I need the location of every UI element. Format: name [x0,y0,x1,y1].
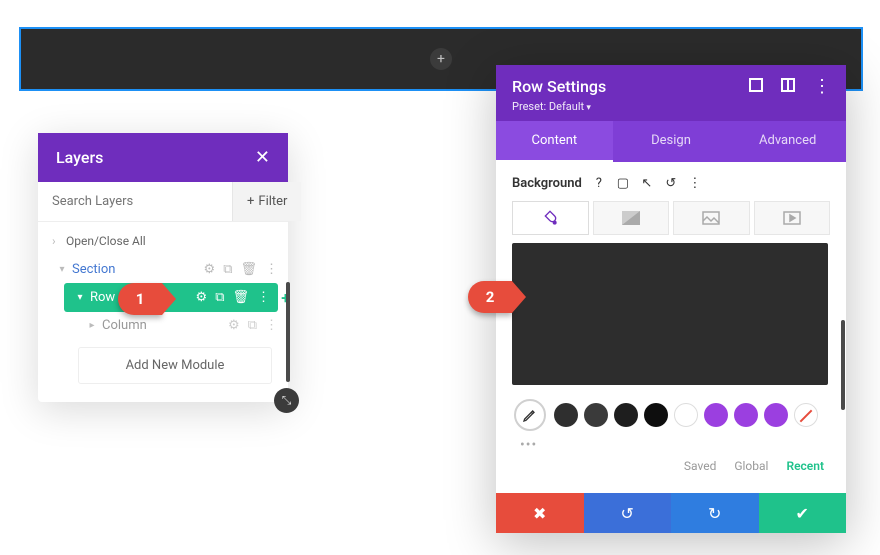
preset-dropdown[interactable]: Preset: Default [512,100,830,113]
color-swatches [512,399,830,431]
swatch-dark-3[interactable] [614,403,638,427]
add-section-button[interactable]: + [430,48,452,70]
layer-item-section[interactable]: ▾ Section ⚙ ⧉ 🗑 ⋮ [44,256,282,283]
more-icon[interactable]: ⋮ [813,82,830,91]
layers-panel: Layers ✕ + Filter Open/Close All ▾ Secti… [38,133,288,402]
settings-scrollbar[interactable] [841,320,845,410]
callout-marker-2: 2 [468,281,512,313]
caret-down-icon[interactable]: ▾ [72,292,88,303]
gear-icon[interactable]: ⚙ [204,262,216,277]
settings-title: Row Settings [512,77,749,96]
search-layers-input[interactable] [38,182,232,221]
plus-icon: + [247,194,254,209]
more-icon[interactable]: ⋮ [257,290,270,305]
swatch-white[interactable] [674,403,698,427]
duplicate-icon[interactable]: ⧉ [215,290,224,305]
add-module-button[interactable]: Add New Module [78,347,272,384]
more-icon[interactable]: ⋮ [688,176,702,191]
settings-tabs: Content Design Advanced [496,121,846,162]
section-label: Section [70,262,204,277]
save-button[interactable]: ✔ [759,493,847,533]
caret-down-icon[interactable]: ▾ [54,264,70,275]
more-swatches[interactable]: ••• [512,431,830,455]
color-preview[interactable] [512,243,828,385]
eyedropper-button[interactable] [514,399,546,431]
bg-type-color[interactable] [512,201,589,235]
background-label: Background [512,176,582,191]
redo-button[interactable]: ↻ [671,493,759,533]
more-icon[interactable]: ⋮ [265,318,278,333]
help-icon[interactable]: ? [592,176,606,191]
resize-handle[interactable]: ⤡ [274,388,299,413]
swatch-purple-2[interactable] [734,403,758,427]
swatch-none[interactable] [794,403,818,427]
layers-header[interactable]: Layers ✕ [38,133,288,182]
swatch-tab-saved[interactable]: Saved [684,459,716,473]
tab-content[interactable]: Content [496,121,613,162]
swatch-dark-1[interactable] [554,403,578,427]
bg-type-gradient[interactable] [593,201,670,235]
swatch-dark-2[interactable] [584,403,608,427]
more-icon[interactable]: ⋮ [265,262,278,277]
tablet-icon[interactable]: ▢ [616,176,630,191]
expand-icon[interactable] [749,77,763,96]
swatch-tab-global[interactable]: Global [734,459,768,473]
row-settings-panel: Row Settings ⋮ Preset: Default Content D… [496,65,846,533]
bg-type-image[interactable] [673,201,750,235]
swatch-tab-recent[interactable]: Recent [786,459,824,473]
trash-icon[interactable]: 🗑 [240,262,257,277]
duplicate-icon[interactable]: ⧉ [248,318,257,333]
caret-right-icon[interactable]: ▸ [84,320,100,331]
swatch-purple-3[interactable] [764,403,788,427]
cancel-button[interactable]: ✖ [496,493,584,533]
filter-button[interactable]: + Filter [232,182,301,221]
tab-advanced[interactable]: Advanced [729,121,846,162]
callout-marker-1: 1 [118,283,162,315]
trash-icon[interactable]: 🗑 [232,290,249,305]
column-label: Column [100,318,228,333]
gear-icon[interactable]: ⚙ [196,290,208,305]
columns-icon[interactable] [781,77,795,96]
hover-icon[interactable]: ↖ [640,176,654,191]
settings-header[interactable]: Row Settings ⋮ Preset: Default [496,65,846,121]
swatch-black[interactable] [644,403,668,427]
filter-label: Filter [258,194,287,209]
duplicate-icon[interactable]: ⧉ [223,262,232,277]
layers-scrollbar[interactable] [286,282,290,382]
layer-item-column[interactable]: ▸ Column ⚙ ⧉ ⋮ [80,312,282,339]
swatch-purple-1[interactable] [704,403,728,427]
layers-search-row: + Filter [38,182,288,222]
settings-action-bar: ✖ ↺ ↻ ✔ [496,493,846,533]
bg-type-video[interactable] [754,201,831,235]
tab-design[interactable]: Design [613,121,730,162]
open-close-all[interactable]: Open/Close All [44,230,282,256]
gear-icon[interactable]: ⚙ [228,318,240,333]
close-icon[interactable]: ✕ [255,147,270,168]
reset-icon[interactable]: ↺ [664,176,678,191]
undo-button[interactable]: ↺ [584,493,672,533]
layers-title: Layers [56,148,103,167]
